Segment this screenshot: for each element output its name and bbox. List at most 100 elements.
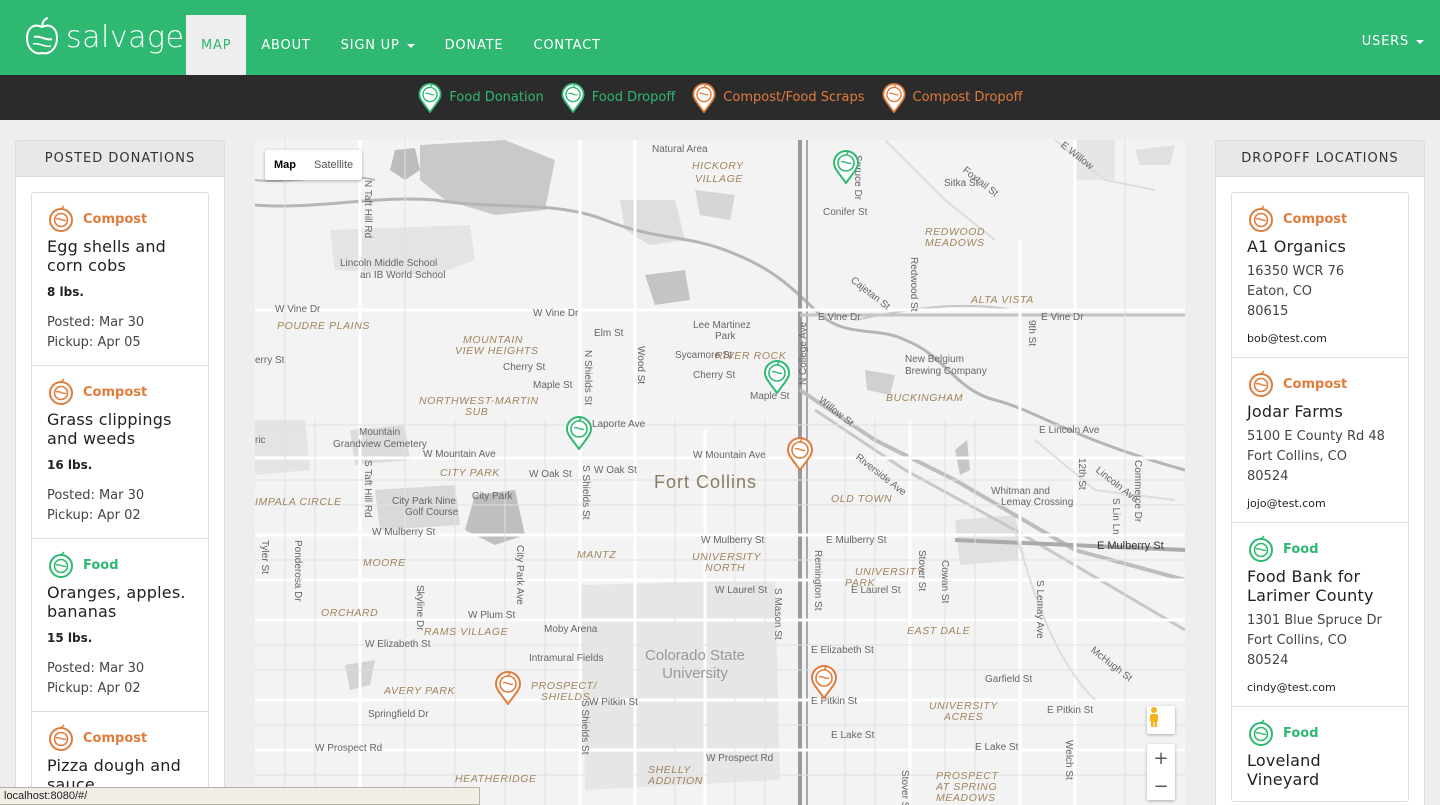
zoom-in-button[interactable]: + bbox=[1147, 744, 1175, 772]
pickup-date: Pickup: Apr 05 bbox=[47, 335, 141, 350]
food-dropoff-pin-icon bbox=[560, 82, 586, 113]
legend-food-dropoff[interactable]: Food Dropoff bbox=[560, 82, 675, 113]
food-apple-icon bbox=[47, 551, 75, 579]
donation-card[interactable]: Compost Grass clippings and weeds 16 lbs… bbox=[32, 366, 208, 539]
compost-apple-icon bbox=[47, 724, 75, 752]
dropoff-type-label: Compost bbox=[1283, 211, 1348, 227]
donation-weight: 8 lbs. bbox=[47, 285, 84, 299]
map-label: IMPALA CIRCLE bbox=[255, 496, 342, 508]
posted-donations-panel: POSTED DONATIONS Compost Egg shells and … bbox=[15, 140, 225, 805]
street-label: 12th St bbox=[1076, 458, 1087, 490]
donation-title: Egg shells and corn cobs bbox=[47, 237, 167, 275]
street-label: ric bbox=[255, 435, 266, 446]
street-label: erry St bbox=[255, 355, 285, 366]
dropoff-locations-panel: DROPOFF LOCATIONS Compost A1 Organics 16… bbox=[1215, 140, 1425, 805]
legend-food-donation[interactable]: Food Donation bbox=[417, 82, 544, 113]
map-label: VIEW HEIGHTS bbox=[455, 345, 539, 357]
donation-weight: 16 lbs. bbox=[47, 458, 93, 472]
dropoff-type: Compost bbox=[1247, 205, 1393, 233]
compost-marker-icon[interactable] bbox=[786, 437, 814, 471]
map-label: Whitman and bbox=[991, 486, 1050, 497]
address-line1: 5100 E County Rd 48 bbox=[1247, 429, 1385, 444]
dropoff-card[interactable]: Food Food Bank for Larimer County 1301 B… bbox=[1232, 523, 1408, 707]
street-label: E Laurel St bbox=[851, 585, 901, 596]
donation-type-label: Compost bbox=[83, 211, 148, 227]
street-label: W Vine Dr bbox=[533, 308, 579, 319]
brand-link[interactable]: salvage bbox=[24, 14, 184, 60]
nav-about-label: ABOUT bbox=[261, 37, 311, 53]
map-label: MEADOWS bbox=[936, 792, 996, 804]
compost-apple-icon bbox=[1247, 370, 1275, 398]
street-label: W Oak St bbox=[594, 465, 637, 476]
nav-map[interactable]: MAP bbox=[186, 15, 247, 75]
street-label: W Laurel St bbox=[715, 585, 768, 596]
dropoff-card[interactable]: Compost Jodar Farms 5100 E County Rd 48 … bbox=[1232, 358, 1408, 523]
zoom-out-button[interactable]: − bbox=[1147, 772, 1175, 800]
street-label: City Park Ave bbox=[514, 545, 525, 605]
street-label: Wood St bbox=[635, 346, 646, 385]
street-label: S Shields St bbox=[579, 700, 590, 755]
donation-weight: 15 lbs. bbox=[47, 631, 93, 645]
food-donation-pin-icon bbox=[417, 82, 443, 113]
map-label: ORCHARD bbox=[321, 607, 379, 619]
map-view[interactable]: HICKORY VILLAGE REDWOOD MEADOWS ALTA VIS… bbox=[255, 140, 1185, 805]
map-label: MOORE bbox=[363, 557, 406, 569]
dropoff-address: 16350 WCR 76 Eaton, CO 80615 bbox=[1247, 262, 1393, 322]
food-marker-icon[interactable] bbox=[763, 360, 791, 394]
dropoff-card[interactable]: Food Loveland Vineyard bbox=[1232, 707, 1408, 801]
dropoff-type-label: Compost bbox=[1283, 376, 1348, 392]
legend-label: Compost/Food Scraps bbox=[723, 90, 865, 105]
map-label: City Park Nine bbox=[392, 496, 456, 507]
food-marker-icon[interactable] bbox=[565, 416, 593, 450]
map-label: Park bbox=[715, 331, 736, 342]
nav-contact-label: CONTACT bbox=[533, 37, 601, 53]
nav-about[interactable]: ABOUT bbox=[246, 15, 325, 75]
donation-list: Compost Egg shells and corn cobs 8 lbs. … bbox=[31, 192, 209, 805]
map-type-satellite-button[interactable]: Satellite bbox=[305, 150, 362, 180]
map-label: Grandview Cemetery bbox=[333, 439, 427, 450]
donation-card[interactable]: Food Oranges, apples. bananas 15 lbs. Po… bbox=[32, 539, 208, 712]
dropoff-locations-heading: DROPOFF LOCATIONS bbox=[1216, 141, 1424, 177]
nav-users-label: USERS bbox=[1361, 33, 1409, 49]
street-label: S Lemay Ave bbox=[1034, 580, 1045, 639]
nav-users[interactable]: USERS bbox=[1362, 15, 1424, 67]
map-label: ALTA VISTA bbox=[971, 294, 1034, 306]
street-label: E Lincoln Ave bbox=[1039, 425, 1100, 436]
donation-type-label: Compost bbox=[83, 384, 148, 400]
street-label: Redwood St bbox=[908, 257, 919, 312]
dropoff-name: Loveland Vineyard bbox=[1247, 751, 1321, 789]
compost-marker-icon[interactable] bbox=[494, 671, 522, 705]
legend-compost-dropoff[interactable]: Compost Dropoff bbox=[881, 82, 1023, 113]
address-zip: 80615 bbox=[1247, 304, 1289, 319]
nav-contact[interactable]: CONTACT bbox=[518, 15, 615, 75]
map-label: HICKORY bbox=[692, 160, 744, 172]
pickup-date: Pickup: Apr 02 bbox=[47, 681, 141, 696]
posted-donations-heading: POSTED DONATIONS bbox=[16, 141, 224, 177]
donation-card[interactable]: Compost Egg shells and corn cobs 8 lbs. … bbox=[32, 193, 208, 366]
street-label: Springfield Dr bbox=[368, 709, 429, 720]
map-label: ACRES bbox=[944, 711, 984, 723]
street-label: Stover St bbox=[899, 770, 910, 805]
dropoff-card[interactable]: Compost A1 Organics 16350 WCR 76 Eaton, … bbox=[1232, 193, 1408, 358]
food-marker-icon[interactable] bbox=[832, 150, 860, 184]
map-label: Lincoln Middle School bbox=[340, 258, 438, 269]
compost-marker-icon[interactable] bbox=[810, 665, 838, 699]
zoom-control: + − bbox=[1147, 744, 1175, 800]
nav-sign-up[interactable]: SIGN UP bbox=[326, 15, 430, 75]
street-label: E Lake St bbox=[831, 730, 875, 741]
legend-compost-scraps[interactable]: Compost/Food Scraps bbox=[691, 82, 865, 113]
street-label: Skyline Dr bbox=[414, 585, 425, 631]
street-label: W Mulberry St bbox=[372, 527, 436, 538]
map-label: an IB World School bbox=[360, 270, 446, 281]
dropoff-name: Jodar Farms bbox=[1247, 402, 1344, 421]
map-type-map-button[interactable]: Map bbox=[265, 150, 305, 180]
address-zip: 80524 bbox=[1247, 653, 1289, 668]
nav-donate[interactable]: DONATE bbox=[430, 15, 519, 75]
pegman-icon[interactable] bbox=[1147, 706, 1175, 734]
street-label: S Lin Ln bbox=[1110, 498, 1121, 535]
main-nav: MAP ABOUT SIGN UP DONATE CONTACT bbox=[186, 15, 616, 75]
dropoff-type-label: Food bbox=[1283, 541, 1319, 557]
map-label: Lemay Crossing bbox=[1001, 497, 1074, 508]
map-label: HEATHERIDGE bbox=[455, 773, 537, 785]
street-label: N Taft Hill Rd bbox=[362, 180, 373, 239]
